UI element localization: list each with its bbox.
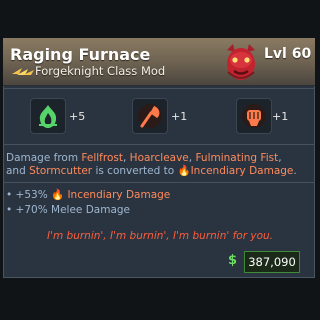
leaf-flame-icon: [39, 105, 57, 128]
skill-bonus-1: +5: [69, 110, 86, 123]
desc-divider: [3, 182, 315, 183]
item-description: Damage from Fellfrost, Hoarcleave, Fulmi…: [6, 152, 297, 177]
header-divider: [3, 88, 315, 89]
flavor-text: I'm burnin', I'm burnin', I'm burnin' fo…: [47, 230, 273, 242]
skill-bonus-3: +1: [272, 110, 289, 123]
skill-slot-1[interactable]: [30, 98, 66, 134]
item-level: Lvl 60: [264, 46, 312, 62]
rarity-wings-icon: [12, 68, 34, 75]
skill-slot-3[interactable]: [236, 98, 272, 134]
currency-icon: $: [228, 253, 238, 268]
stat-line-2: • +70% Melee Damage: [6, 204, 131, 216]
fist-icon: [242, 104, 266, 128]
skill-bonus-2: +1: [171, 110, 188, 123]
axe-icon: [138, 104, 162, 128]
item-title: Raging Furnace: [10, 45, 151, 64]
item-subtitle: Forgeknight Class Mod: [35, 64, 166, 78]
stat-line-1: • +53% 🔥 Incendiary Damage: [6, 189, 171, 201]
skills-divider: [3, 144, 315, 145]
price-value: 387,090: [244, 251, 300, 273]
skill-slot-2[interactable]: [132, 98, 168, 134]
demon-face-icon: [227, 44, 255, 80]
